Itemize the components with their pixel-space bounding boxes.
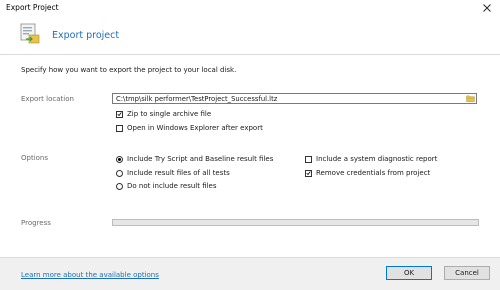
title-bar: Export Project <box>0 0 500 16</box>
open-explorer-label: Open in Windows Explorer after export <box>127 124 263 132</box>
page-title: Export project <box>52 30 120 41</box>
radio-button[interactable] <box>116 182 123 190</box>
close-icon <box>483 4 491 12</box>
window-title: Export Project <box>6 3 59 12</box>
options-label: Options <box>21 154 49 162</box>
folder-browse-icon[interactable] <box>466 95 475 102</box>
radio-label: Include Try Script and Baseline result f… <box>127 155 274 163</box>
header-divider <box>0 54 500 55</box>
cancel-button[interactable]: Cancel <box>444 266 490 280</box>
radio-button[interactable] <box>116 169 123 177</box>
dialog-header: Export project <box>0 16 500 54</box>
checkbox-box[interactable] <box>305 155 312 163</box>
remove-credentials-checkbox[interactable]: Remove credentials from project <box>305 169 430 177</box>
export-path-input[interactable]: C:\tmp\silk performer\TestProject_Succes… <box>112 93 477 104</box>
radio-button[interactable] <box>116 155 123 163</box>
checkbox-box[interactable] <box>305 169 312 177</box>
open-explorer-checkbox[interactable]: Open in Windows Explorer after export <box>116 124 263 132</box>
export-location-label: Export location <box>21 95 74 103</box>
progress-bar <box>112 219 479 226</box>
export-project-dialog: Export Project Export project Specify ho… <box>0 0 500 290</box>
progress-label: Progress <box>21 219 51 227</box>
radio-selected-dot <box>118 157 121 161</box>
checkbox-box[interactable] <box>116 124 123 132</box>
radio-no-results[interactable]: Do not include result files <box>116 182 217 190</box>
learn-more-link[interactable]: Learn more about the available options <box>21 271 159 279</box>
checkbox-box[interactable] <box>116 110 123 118</box>
zip-archive-checkbox[interactable]: Zip to single archive file <box>116 110 211 118</box>
radio-include-tryscript-baseline[interactable]: Include Try Script and Baseline result f… <box>116 155 273 163</box>
export-path-value: C:\tmp\silk performer\TestProject_Succes… <box>116 95 278 103</box>
dialog-footer: Learn more about the available options O… <box>0 257 500 290</box>
diagnostic-report-label: Include a system diagnostic report <box>316 155 438 163</box>
check-icon <box>306 171 311 176</box>
radio-include-all-results[interactable]: Include result files of all tests <box>116 169 230 177</box>
export-project-icon <box>20 23 40 44</box>
intro-text: Specify how you want to export the proje… <box>21 66 237 74</box>
diagnostic-report-checkbox[interactable]: Include a system diagnostic report <box>305 155 437 163</box>
radio-label: Do not include result files <box>127 182 217 190</box>
ok-button[interactable]: OK <box>386 266 432 280</box>
close-button[interactable] <box>478 1 496 15</box>
zip-archive-label: Zip to single archive file <box>127 110 212 118</box>
radio-label: Include result files of all tests <box>127 169 230 177</box>
remove-credentials-label: Remove credentials from project <box>316 169 431 177</box>
check-icon <box>117 112 122 117</box>
